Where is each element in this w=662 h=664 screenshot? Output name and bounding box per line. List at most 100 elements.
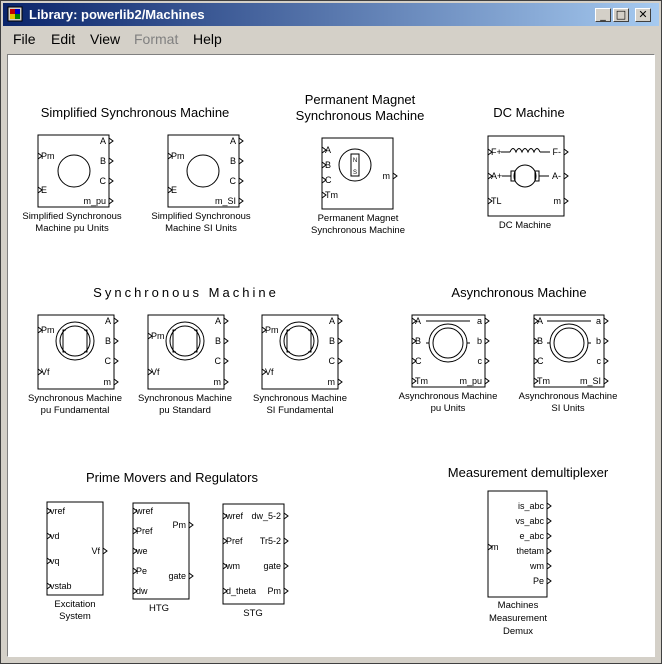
port-arrow [337, 337, 343, 345]
close-button[interactable]: ✕ [635, 8, 651, 22]
section-dc-machine: DC Machine [493, 105, 565, 120]
port-pm: Pm [171, 151, 185, 161]
block-htg[interactable]: wref Pref we Pe dw Pm gate HTG [132, 502, 190, 614]
port-arrow [113, 357, 119, 365]
port-arrow [102, 547, 108, 555]
port-arrow [188, 521, 194, 529]
caption: Synchronous Machine [253, 393, 347, 404]
port-c-rotor: c [478, 356, 483, 366]
block-machines-measurement-demux[interactable]: m is_abc vs_abc e_abc thetam wm Pe Machi… [487, 490, 548, 637]
caption: pu Units [431, 403, 466, 414]
port-arrow [108, 197, 114, 205]
caption: Asynchronous Machine [519, 391, 618, 402]
block-dc-machine[interactable]: F+ A+ TL F- A- m DC Machine [487, 135, 565, 231]
port-arrow [546, 517, 552, 525]
port-b-rotor: b [477, 336, 482, 346]
minimize-button[interactable]: _ [595, 8, 611, 22]
port-pm: Pm [265, 325, 279, 335]
block-sm-si-fundamental[interactable]: Pm Vf A B C m Synchronous Machine SI Fun… [253, 314, 347, 416]
port-m: m [554, 196, 562, 206]
menu-file[interactable]: File [13, 31, 36, 47]
block-am-pu[interactable]: A B C Tm a b c m_pu Asynchronous Machine… [399, 314, 498, 414]
port-is-abc: is_abc [518, 501, 545, 511]
port-arrow [563, 197, 569, 205]
port-a: A [215, 316, 221, 326]
caption: Measurement [489, 613, 547, 624]
port-c: C [230, 176, 237, 186]
port-arrow [563, 148, 569, 156]
menu-help[interactable]: Help [193, 31, 222, 47]
menu-edit[interactable]: Edit [51, 31, 75, 47]
magnet-north-label: N [353, 158, 357, 164]
port-b: B [230, 156, 236, 166]
port-arrow [108, 157, 114, 165]
port-d-theta: d_theta [226, 586, 256, 596]
port-arrow [563, 172, 569, 180]
menu-view[interactable]: View [90, 31, 120, 47]
block-am-si[interactable]: A B C Tm a b c m_SI Asynchronous Machine… [519, 314, 618, 414]
caption: Synchronous Machine [311, 225, 405, 236]
port-arrow [337, 357, 343, 365]
block-sm-pu-standard[interactable]: Pm Vf A B C m Synchronous Machine pu Sta… [138, 314, 232, 416]
block-excitation-system[interactable]: vref vd vq vstab Vf Excitation System [46, 501, 104, 622]
port-c-rotor: c [597, 356, 602, 366]
port-a-rotor: a [477, 316, 482, 326]
port-m-pu: m_pu [459, 376, 482, 386]
port-f-minus: F- [553, 147, 562, 157]
port-a: A [230, 136, 236, 146]
caption: Simplified Synchronous [22, 211, 122, 222]
port-e-abc: e_abc [519, 531, 544, 541]
port-arrow [223, 317, 229, 325]
caption: Machine pu Units [35, 223, 109, 234]
port-pref: Pref [136, 526, 153, 536]
caption: Demux [503, 626, 533, 637]
maximize-button[interactable]: □ [613, 8, 629, 22]
section-prime-movers: Prime Movers and Regulators [86, 470, 258, 485]
port-arrow [283, 537, 289, 545]
caption: pu Fundamental [41, 405, 110, 416]
port-arrow [484, 317, 490, 325]
block-pmsm[interactable]: N S A B C Tm m Permanent Magnet Synchron… [311, 137, 405, 236]
caption: Machines [498, 600, 539, 611]
port-arrow [546, 547, 552, 555]
port-vstab: vstab [50, 581, 72, 591]
caption: STG [243, 608, 263, 619]
port-arrow [337, 317, 343, 325]
port-vf: Vf [91, 546, 100, 556]
port-arrow [283, 562, 289, 570]
menu-bar: File Edit View Format Help [3, 28, 659, 50]
title-bar[interactable]: Library: powerlib2/Machines _ □ ✕ [3, 3, 659, 26]
caption: HTG [149, 603, 169, 614]
port-arrow [484, 357, 490, 365]
port-m: m [214, 377, 222, 387]
block-ssm-si[interactable]: Pm E A B C m_SI Simplified Synchronous M… [151, 134, 251, 234]
caption: Permanent Magnet [318, 213, 399, 224]
port-arrow [108, 137, 114, 145]
port-m: m [104, 377, 112, 387]
port-b: B [100, 156, 106, 166]
port-arrow [283, 587, 289, 595]
block-stg[interactable]: wref Pref wm d_theta dw_5-2 Tr5-2 gate P… [222, 503, 285, 619]
section-simplified-sync: Simplified Synchronous Machine [41, 105, 230, 120]
library-canvas[interactable]: Simplified Synchronous Machine Permanent… [7, 54, 655, 657]
caption: SI Fundamental [266, 405, 333, 416]
port-a: A [105, 316, 111, 326]
port-m-si: m_SI [215, 196, 236, 206]
port-arrow [546, 562, 552, 570]
port-c: C [215, 356, 222, 366]
block-ssm-pu[interactable]: Pm E A B C m_pu Simplified Synchronous M… [22, 134, 122, 234]
port-arrow [484, 337, 490, 345]
port-arrow [603, 357, 609, 365]
port-pref: Pref [226, 536, 243, 546]
port-m: m [383, 171, 391, 181]
port-dw-5-2: dw_5-2 [251, 511, 281, 521]
port-arrow [337, 378, 343, 386]
caption: Asynchronous Machine [399, 391, 498, 402]
port-gate: gate [168, 571, 186, 581]
port-arrow [223, 337, 229, 345]
port-b: B [329, 336, 335, 346]
section-measurement-demux: Measurement demultiplexer [448, 465, 609, 480]
port-b: B [105, 336, 111, 346]
library-window: Library: powerlib2/Machines _ □ ✕ File E… [0, 0, 662, 664]
port-tm: Tm [325, 190, 338, 200]
